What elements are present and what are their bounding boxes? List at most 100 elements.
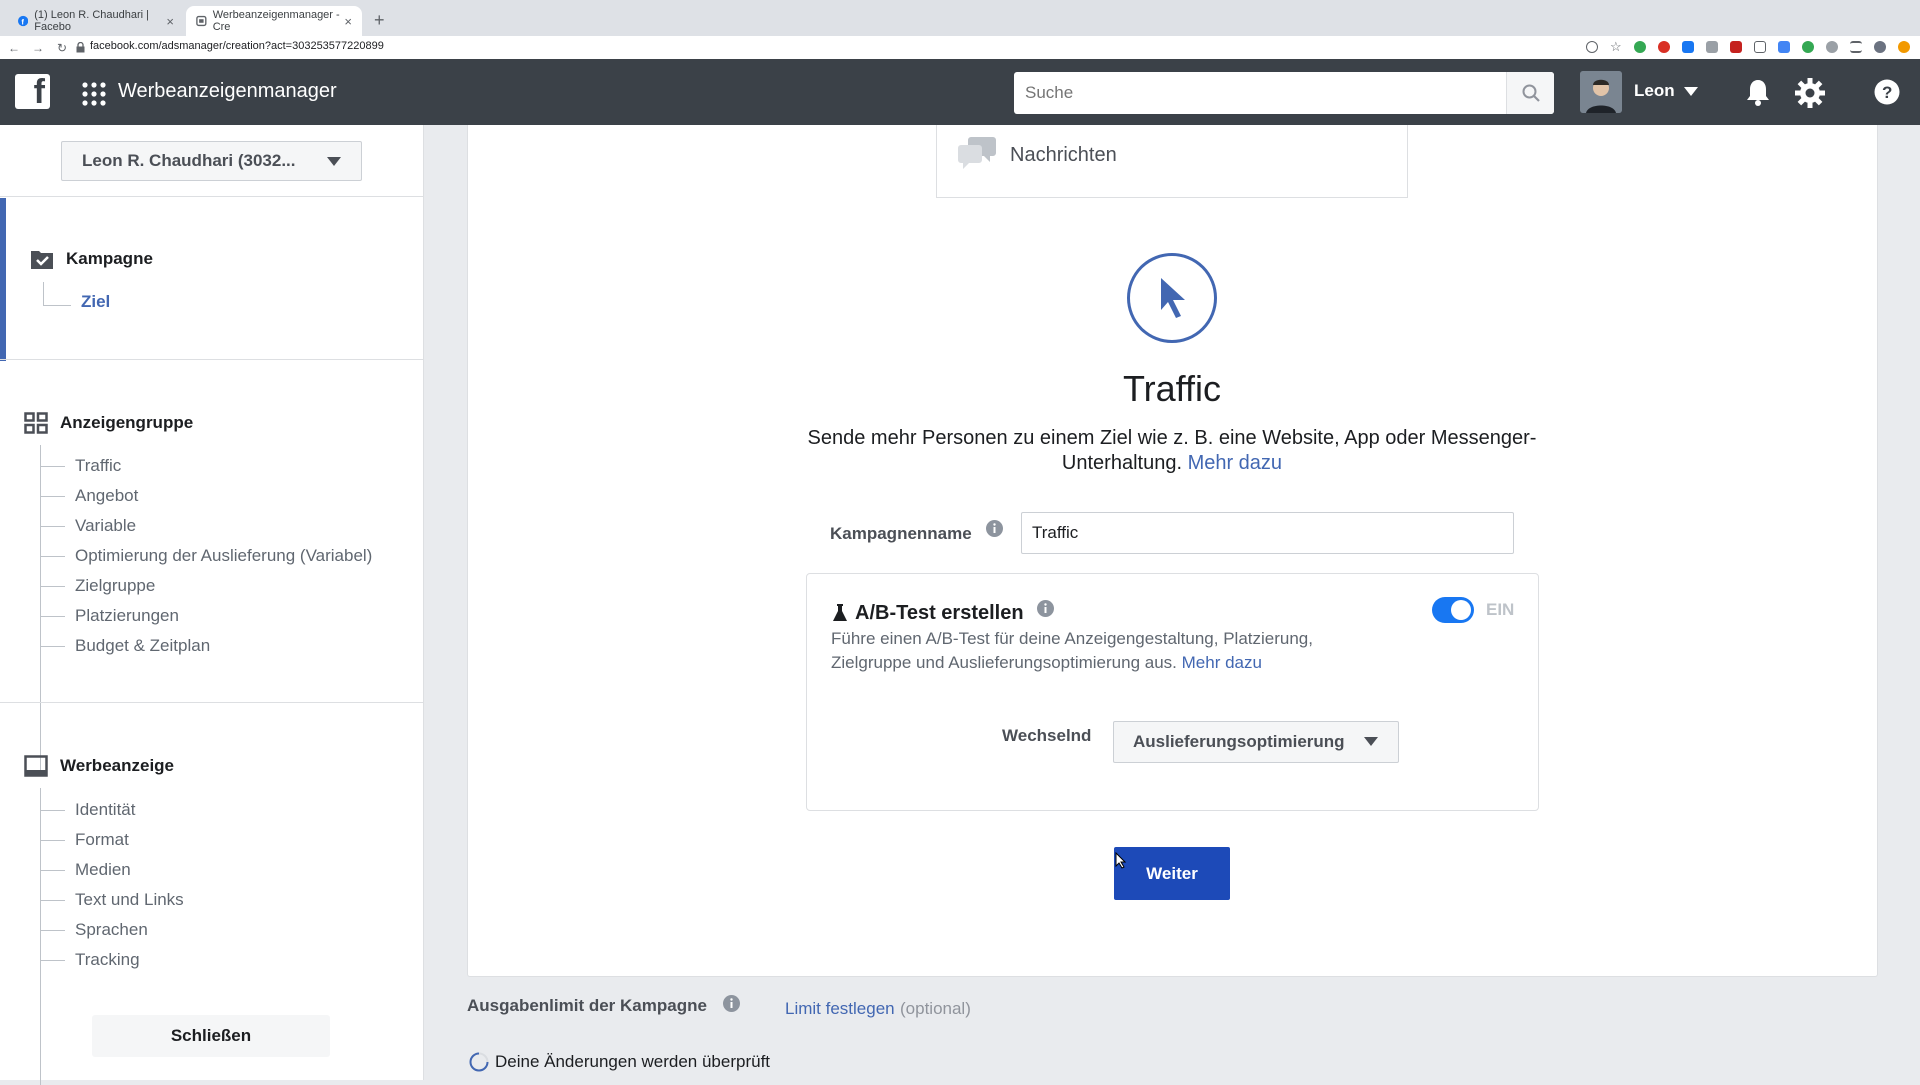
avatar[interactable] [1580, 71, 1622, 113]
continue-button[interactable]: Weiter [1114, 847, 1230, 900]
extension-red-square-icon[interactable] [1730, 41, 1742, 53]
objective-option-label: Nachrichten [1010, 144, 1117, 166]
tree-line [43, 282, 44, 305]
extension-blue-icon[interactable] [1778, 41, 1790, 53]
app-title[interactable]: Werbeanzeigenmanager [118, 80, 337, 103]
tab-label: (1) Leon R. Chaudhari | Facebo [34, 9, 150, 33]
sidebar-item-sprachen[interactable]: Sprachen [75, 920, 148, 940]
notifications-bell-icon[interactable] [1745, 78, 1771, 106]
new-tab-button[interactable]: + [374, 10, 385, 31]
tree-line [40, 526, 65, 527]
sidebar-section-campaign[interactable]: Kampagne [30, 248, 153, 270]
adsmanager-favicon-icon [196, 15, 207, 27]
forward-arrow-icon[interactable]: → [28, 41, 48, 55]
section-title: Werbeanzeige [60, 756, 175, 775]
campaign-name-label: Kampagnenname [830, 524, 972, 543]
learn-more-link[interactable]: Mehr dazu [1188, 452, 1283, 474]
tree-line [40, 930, 65, 931]
sidebar-item-format[interactable]: Format [75, 830, 129, 850]
back-arrow-icon[interactable]: ← [4, 41, 24, 55]
svg-text:?: ? [1882, 83, 1892, 102]
traffic-objective-badge [1127, 253, 1217, 343]
tree-line [40, 788, 41, 1085]
variable-label: Wechselnd [1002, 726, 1092, 745]
sidebar-item-medien[interactable]: Medien [75, 860, 131, 880]
tree-line [40, 496, 65, 497]
close-tab-icon[interactable]: × [166, 14, 174, 29]
browser-tab-facebook[interactable]: f (1) Leon R. Chaudhari | Facebo × [8, 6, 184, 36]
close-tab-icon[interactable]: × [344, 14, 352, 29]
sidebar-item-identitaet[interactable]: Identität [75, 800, 136, 820]
sidebar-item-budget[interactable]: Budget & Zeitplan [75, 636, 210, 656]
extension-outline-icon[interactable] [1754, 41, 1766, 53]
sidebar-item-optimierung[interactable]: Optimierung der Auslieferung (Variabel) [75, 546, 372, 566]
cursor-arrow-icon [1161, 278, 1185, 318]
chevron-down-icon [327, 157, 341, 166]
info-icon[interactable] [723, 995, 740, 1012]
chevron-down-icon[interactable] [1684, 87, 1698, 96]
sidebar-item-ziel[interactable]: Ziel [81, 292, 110, 312]
learn-more-link[interactable]: Mehr dazu [1182, 653, 1262, 672]
tree-line [40, 810, 65, 811]
tree-line [40, 840, 65, 841]
adset-grid-icon [24, 412, 48, 434]
apps-grid-icon[interactable] [82, 82, 106, 106]
chevron-down-icon [1364, 737, 1378, 746]
reload-icon[interactable]: ↻ [52, 41, 72, 55]
section-title: Kampagne [66, 249, 153, 268]
toggle-state-label: EIN [1486, 600, 1515, 619]
search-button[interactable] [1506, 72, 1554, 114]
sidebar-item-tracking[interactable]: Tracking [75, 950, 140, 970]
mouse-pointer-icon [1115, 852, 1127, 869]
divider [0, 702, 424, 703]
zoom-icon[interactable] [1586, 41, 1598, 53]
sidebar-item-platzierungen[interactable]: Platzierungen [75, 606, 179, 626]
profile-avatar-icon[interactable] [1874, 41, 1886, 53]
set-limit-link[interactable]: Limit festlegen [785, 999, 895, 1019]
sidebar-item-variable[interactable]: Variable [75, 516, 136, 536]
extension-facebook-icon[interactable] [1682, 41, 1694, 53]
ab-test-panel: A/B-Test erstellen EIN Führe einen A/B-T… [806, 573, 1539, 811]
active-section-indicator [0, 198, 6, 361]
close-button[interactable]: Schließen [92, 1015, 330, 1057]
browser-tab-adsmanager[interactable]: Werbeanzeigenmanager - Cre × [186, 6, 362, 36]
info-icon[interactable] [1037, 600, 1054, 617]
ab-test-description: Führe einen A/B-Test für deine Anzeigeng… [831, 627, 1351, 675]
tree-line [40, 556, 65, 557]
objective-option-messages[interactable]: Nachrichten [936, 125, 1408, 198]
bookmark-star-icon[interactable]: ☆ [1610, 40, 1622, 53]
chat-bubbles-icon [958, 137, 996, 169]
sidebar-item-angebot[interactable]: Angebot [75, 486, 138, 506]
sidebar-item-traffic[interactable]: Traffic [75, 456, 121, 476]
campaign-name-input[interactable] [1021, 512, 1514, 554]
tree-line [40, 960, 65, 961]
facebook-logo-icon[interactable]: f [15, 73, 50, 111]
loading-spinner-icon [469, 1052, 489, 1072]
ad-account-select[interactable]: Leon R. Chaudhari (3032... [61, 141, 362, 181]
extension-red-icon[interactable] [1658, 41, 1670, 53]
ad-account-name: Leon R. Chaudhari (3032... [82, 151, 296, 170]
ab-test-toggle[interactable] [1432, 597, 1474, 623]
help-icon[interactable]: ? [1874, 79, 1900, 105]
reading-list-icon[interactable] [1850, 41, 1862, 53]
user-name[interactable]: Leon [1634, 81, 1675, 101]
extension-green-icon[interactable] [1634, 41, 1646, 53]
info-icon[interactable] [986, 520, 1003, 537]
extension-grey-circle-icon[interactable] [1826, 41, 1838, 53]
campaign-check-icon [31, 251, 53, 269]
optional-hint: (optional) [900, 999, 971, 1018]
search-input[interactable] [1014, 72, 1506, 114]
update-alert-icon[interactable] [1898, 41, 1910, 53]
svg-text:f: f [21, 17, 24, 26]
address-bar[interactable]: facebook.com/adsmanager/creation?act=303… [90, 40, 384, 52]
extension-grey-icon[interactable] [1706, 41, 1718, 53]
sidebar-section-adset[interactable]: Anzeigengruppe [24, 412, 193, 434]
sidebar-item-zielgruppe[interactable]: Zielgruppe [75, 576, 155, 596]
variable-select-value: Auslieferungsoptimierung [1133, 732, 1345, 751]
extension-multicolor-icon[interactable] [1802, 41, 1814, 53]
sidebar-item-text-links[interactable]: Text und Links [75, 890, 184, 910]
divider [0, 359, 424, 360]
variable-select[interactable]: Auslieferungsoptimierung [1113, 721, 1399, 763]
gear-icon[interactable] [1795, 78, 1825, 108]
sidebar-section-ad[interactable]: Werbeanzeige [24, 755, 174, 777]
